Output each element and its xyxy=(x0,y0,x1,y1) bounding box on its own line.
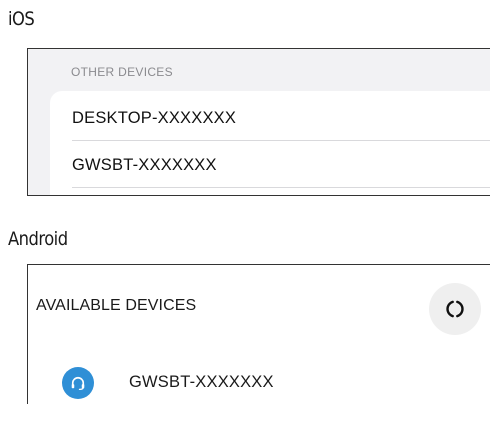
android-heading: Android xyxy=(8,228,68,250)
row-divider xyxy=(72,187,490,188)
android-settings-panel: AVAILABLE DEVICES GWSBT-XXXXXXX xyxy=(27,264,490,404)
other-devices-header: OTHER DEVICES xyxy=(71,65,173,79)
refresh-button[interactable] xyxy=(429,283,481,335)
android-device-row-gwsbt[interactable]: GWSBT-XXXXXXX xyxy=(129,373,274,392)
ios-settings-panel: OTHER DEVICES DESKTOP-XXXXXXX GWSBT-XXXX… xyxy=(27,48,490,196)
ios-device-row-gwsbt[interactable]: GWSBT-XXXXXXX xyxy=(72,156,217,175)
ios-device-list: DESKTOP-XXXXXXX GWSBT-XXXXXXX xyxy=(50,91,490,195)
refresh-icon xyxy=(446,300,464,318)
row-divider xyxy=(72,140,490,141)
available-devices-header: AVAILABLE DEVICES xyxy=(36,297,197,314)
ios-heading: iOS xyxy=(8,8,35,30)
headset-icon xyxy=(62,367,94,399)
ios-device-row-desktop[interactable]: DESKTOP-XXXXXXX xyxy=(72,109,236,128)
